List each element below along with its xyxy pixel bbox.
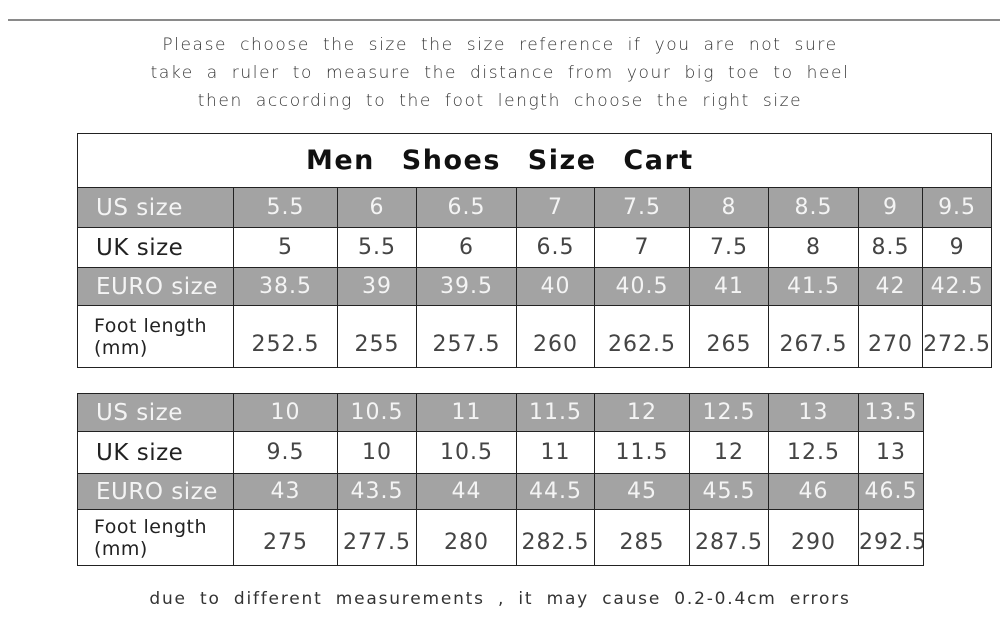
euro-size-row: EURO size 43 43.5 44 44.5 45 45.5 46 46.…: [77, 473, 924, 510]
cell: 255: [337, 305, 417, 368]
cell: 280: [416, 509, 517, 566]
cell: 45.5: [689, 473, 769, 510]
cell: 8.5: [858, 227, 923, 268]
cell: 292.5: [858, 509, 924, 566]
cell: 38.5: [233, 267, 338, 306]
cell: 262.5: [594, 305, 690, 368]
cell: 42: [858, 267, 923, 306]
cell: 270: [858, 305, 923, 368]
cell: 7.5: [689, 227, 769, 268]
intro-line-3: then according to the foot length choose…: [197, 91, 803, 111]
row-label-uk: UK size: [77, 431, 234, 474]
cell: 13: [768, 393, 859, 432]
cell: 252.5: [233, 305, 338, 368]
cell: 10.5: [337, 393, 417, 432]
uk-size-row: UK size 9.5 10 10.5 11 11.5 12 12.5 13: [77, 431, 924, 474]
cell: 12: [594, 393, 690, 432]
cell: 43: [233, 473, 338, 510]
uk-size-row: UK size 5 5.5 6 6.5 7 7.5 8 8.5 9: [77, 227, 993, 268]
cell: 44: [416, 473, 517, 510]
us-size-row: US size 5.5 6 6.5 7 7.5 8 8.5 9 9.5: [77, 187, 993, 228]
size-chart-table-1: Men Shoes Size Cart US size 5.5 6 6.5 7 …: [76, 133, 993, 368]
intro-line-1: Please choose the size the size referenc…: [162, 35, 838, 55]
cell: 10.5: [416, 431, 517, 474]
cell: 7: [594, 227, 690, 268]
cell: 43.5: [337, 473, 417, 510]
row-label-uk: UK size: [77, 227, 234, 268]
cell: 11.5: [594, 431, 690, 474]
row-label-foot-length: Foot length (mm): [77, 509, 234, 566]
cell: 9: [921, 227, 993, 268]
cell: 8: [689, 187, 769, 228]
cell: 13.5: [858, 393, 924, 432]
cell: 12.5: [689, 393, 769, 432]
row-label-us: US size: [77, 187, 234, 228]
cell: 7.5: [594, 187, 690, 228]
row-label-euro: EURO size: [77, 473, 234, 510]
cell: 285: [594, 509, 690, 566]
cell: 6: [416, 227, 517, 268]
cell: 11: [516, 431, 595, 474]
cell: 6.5: [516, 227, 595, 268]
cell: 11.5: [516, 393, 595, 432]
cell: 272.5: [921, 305, 993, 368]
measurement-error-note: due to different measurements , it may c…: [149, 589, 851, 609]
cell: 290: [768, 509, 859, 566]
foot-length-label: Foot length: [94, 515, 208, 538]
top-divider: [8, 19, 1000, 21]
chart-title: Men Shoes Size Cart: [76, 133, 993, 188]
intro-line-2: take a ruler to measure the distance fro…: [150, 63, 850, 83]
cell: 275: [233, 509, 338, 566]
cell: 7: [516, 187, 595, 228]
cell: 257.5: [416, 305, 517, 368]
cell: 9.5: [921, 187, 993, 228]
cell: 10: [337, 431, 417, 474]
cell: 46.5: [858, 473, 924, 510]
cell: 6.5: [416, 187, 517, 228]
cell: 5: [233, 227, 338, 268]
cell: 267.5: [768, 305, 859, 368]
foot-length-row: Foot length (mm) 275 277.5 280 282.5 285…: [77, 509, 924, 566]
cell: 5.5: [337, 227, 417, 268]
foot-length-label: Foot length: [94, 314, 208, 337]
cell: 10: [233, 393, 338, 432]
foot-length-unit: (mm): [94, 336, 148, 359]
cell: 40.5: [594, 267, 690, 306]
row-label-us: US size: [77, 393, 234, 432]
cell: 277.5: [337, 509, 417, 566]
cell: 260: [516, 305, 595, 368]
foot-length-row: Foot length (mm) 252.5 255 257.5 260 262…: [77, 305, 993, 368]
cell: 8.5: [768, 187, 859, 228]
cell: 42.5: [921, 267, 993, 306]
cell: 46: [768, 473, 859, 510]
cell: 12: [689, 431, 769, 474]
cell: 41.5: [768, 267, 859, 306]
cell: 45: [594, 473, 690, 510]
cell: 265: [689, 305, 769, 368]
row-label-euro: EURO size: [77, 267, 234, 306]
title-row: Men Shoes Size Cart: [76, 133, 993, 188]
cell: 41: [689, 267, 769, 306]
us-size-row: US size 10 10.5 11 11.5 12 12.5 13 13.5: [77, 393, 924, 432]
cell: 11: [416, 393, 517, 432]
row-label-foot-length: Foot length (mm): [77, 305, 234, 368]
cell: 9: [858, 187, 923, 228]
size-chart-table-2: US size 10 10.5 11 11.5 12 12.5 13 13.5 …: [77, 393, 924, 566]
cell: 9.5: [233, 431, 338, 474]
euro-size-row: EURO size 38.5 39 39.5 40 40.5 41 41.5 4…: [77, 267, 993, 306]
cell: 44.5: [516, 473, 595, 510]
cell: 13: [858, 431, 924, 474]
foot-length-unit: (mm): [94, 537, 148, 560]
cell: 287.5: [689, 509, 769, 566]
cell: 8: [768, 227, 859, 268]
cell: 5.5: [233, 187, 338, 228]
cell: 282.5: [516, 509, 595, 566]
cell: 40: [516, 267, 595, 306]
cell: 39: [337, 267, 417, 306]
cell: 6: [337, 187, 417, 228]
cell: 12.5: [768, 431, 859, 474]
cell: 39.5: [416, 267, 517, 306]
